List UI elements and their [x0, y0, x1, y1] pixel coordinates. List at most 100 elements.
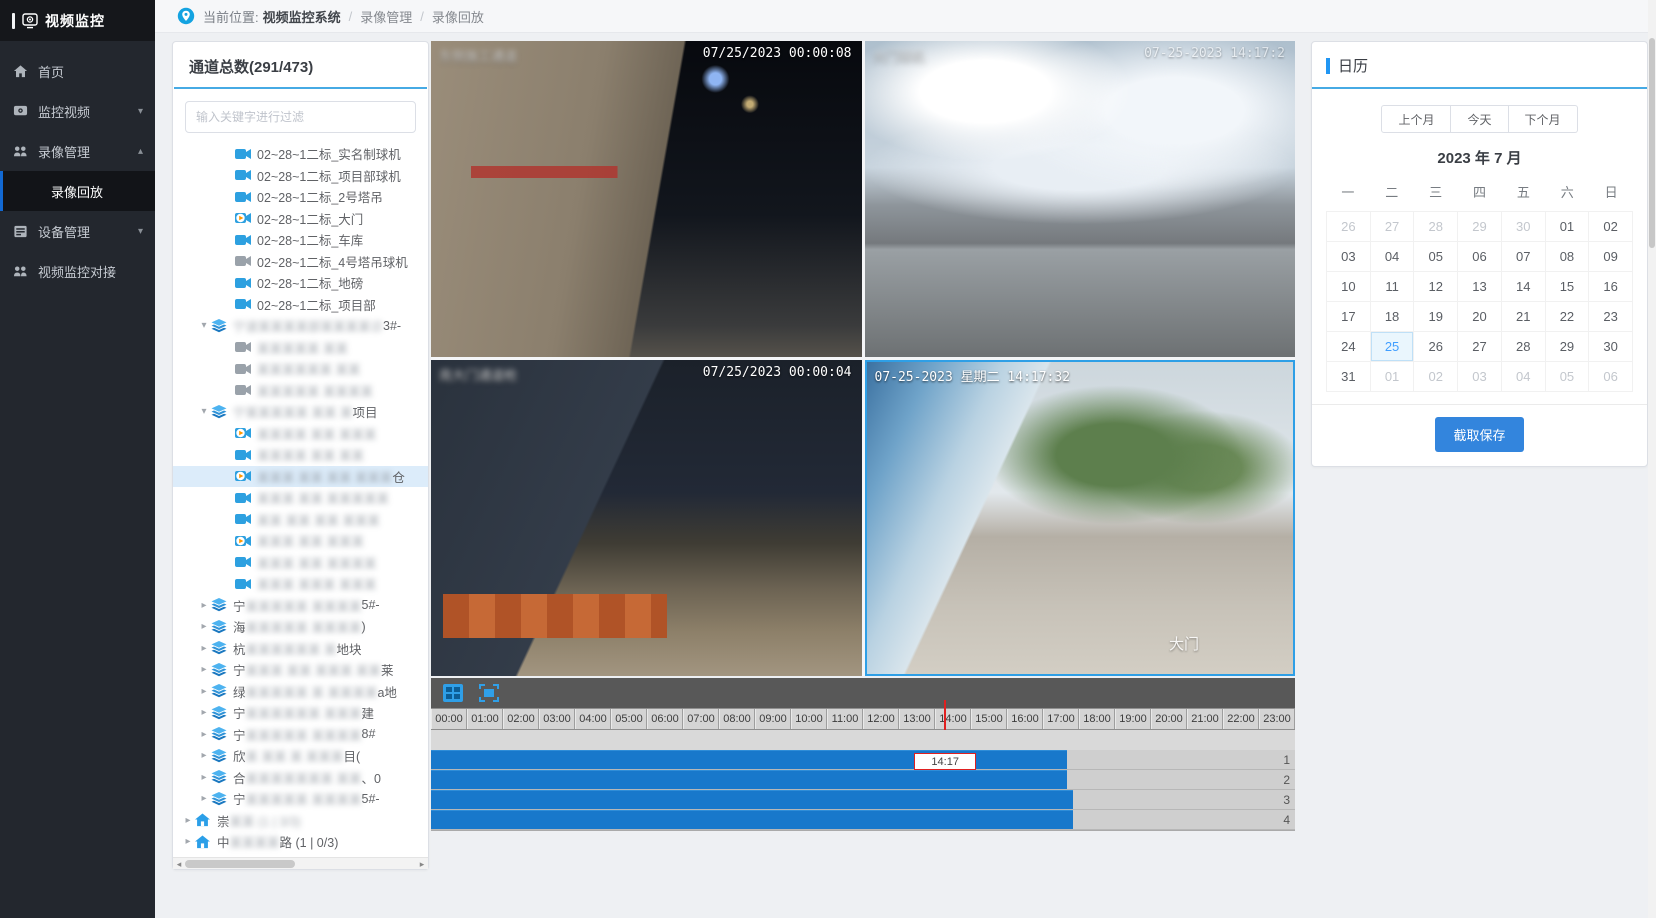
grid-layout-icon[interactable] — [443, 683, 465, 703]
day-cell[interactable]: 07 — [1502, 242, 1546, 272]
tree-item-group[interactable]: ▸欣某 某某 某 某某某目( — [173, 745, 428, 767]
tree-item-camera[interactable]: 02~28~1二标_2号塔吊 — [173, 186, 428, 208]
tree-item-camera[interactable]: 某某某某某某 某某 — [173, 358, 428, 380]
day-cell[interactable]: 11 — [1371, 272, 1415, 302]
caret-closed-icon[interactable]: ▸ — [197, 686, 211, 697]
day-cell[interactable]: 01 — [1371, 362, 1415, 392]
hour-tick[interactable]: 15:00 — [971, 709, 1007, 729]
video-cell-1[interactable]: 东侧施工通道07/25/2023 00:00:08 — [431, 41, 862, 357]
day-cell[interactable]: 05 — [1414, 242, 1458, 272]
sidebar-item-live-video[interactable]: 监控视频 ▾ — [0, 91, 155, 131]
caret-closed-icon[interactable]: ▸ — [197, 643, 211, 654]
hour-tick[interactable]: 13:00 — [899, 709, 935, 729]
caret-closed-icon[interactable]: ▸ — [197, 793, 211, 804]
day-cell[interactable]: 03 — [1458, 362, 1502, 392]
day-cell[interactable]: 12 — [1414, 272, 1458, 302]
caret-closed-icon[interactable]: ▸ — [197, 621, 211, 632]
tree-item-camera[interactable]: 某某某 某某 某某某某某 — [173, 487, 428, 509]
tree-item-camera[interactable]: 某某某某某 某某 — [173, 337, 428, 359]
tree-item-group[interactable]: ▸合某某某某某某某 某某、0 — [173, 767, 428, 789]
hour-tick[interactable]: 03:00 — [539, 709, 575, 729]
day-cell[interactable]: 22 — [1546, 302, 1590, 332]
day-cell[interactable]: 06 — [1458, 242, 1502, 272]
day-cell[interactable]: 13 — [1458, 272, 1502, 302]
fullscreen-icon[interactable] — [479, 683, 501, 703]
tree-item-camera[interactable]: 某某某某 某某 某某 — [173, 444, 428, 466]
hour-tick[interactable]: 12:00 — [863, 709, 899, 729]
tree-item-camera[interactable]: 02~28~1二标_4号塔吊球机 — [173, 251, 428, 273]
tree-item-camera[interactable]: 02~28~1二标_实名制球机 — [173, 143, 428, 165]
tree-item-camera[interactable]: 某某某某某 某某某某 — [173, 380, 428, 402]
day-cell[interactable]: 23 — [1589, 302, 1633, 332]
hour-tick[interactable]: 16:00 — [1007, 709, 1043, 729]
hour-tick[interactable]: 11:00 — [827, 709, 863, 729]
next-month-button[interactable]: 下个月 — [1509, 105, 1578, 133]
hour-tick[interactable]: 17:00 — [1043, 709, 1079, 729]
day-cell[interactable]: 26 — [1327, 212, 1371, 242]
tree-item-group[interactable]: ▸宁某某某 某某 某某某 某某莱 — [173, 659, 428, 681]
sidebar-item-playback-active[interactable]: 录像回放 — [0, 171, 155, 211]
capture-save-button[interactable]: 截取保存 — [1435, 417, 1523, 452]
caret-closed-icon[interactable]: ▸ — [197, 664, 211, 675]
day-cell[interactable]: 28 — [1414, 212, 1458, 242]
day-cell[interactable]: 30 — [1589, 332, 1633, 362]
channel-filter-input[interactable] — [185, 101, 416, 133]
tree-item-camera[interactable]: 某某某 某某 某某 某某某仓 — [173, 466, 428, 488]
page-vertical-scrollbar[interactable] — [1648, 0, 1656, 918]
day-cell[interactable]: 28 — [1502, 332, 1546, 362]
day-cell-selected[interactable]: 25 — [1371, 332, 1415, 362]
tree-item-group[interactable]: ▸杭某某某某某某 某地块 — [173, 638, 428, 660]
day-cell[interactable]: 27 — [1371, 212, 1415, 242]
day-cell[interactable]: 05 — [1546, 362, 1590, 392]
sidebar-item-home[interactable]: 首页 — [0, 51, 155, 91]
caret-closed-icon[interactable]: ▸ — [197, 772, 211, 783]
tree-item-site[interactable]: ▸中某某某某路 (1 | 0/3) — [173, 831, 428, 853]
hour-tick[interactable]: 04:00 — [575, 709, 611, 729]
caret-closed-icon[interactable]: ▸ — [197, 750, 211, 761]
hour-tick[interactable]: 08:00 — [719, 709, 755, 729]
tree-item-group[interactable]: ▾宁波某某某某部某某某某诊3#- — [173, 315, 428, 337]
hour-tick[interactable]: 18:00 — [1079, 709, 1115, 729]
tree-item-group[interactable]: ▸宁某某某某某某 某某某建 — [173, 702, 428, 724]
timeline-ruler[interactable]: 00:0001:0002:0003:0004:0005:0006:0007:00… — [431, 708, 1295, 730]
hour-tick[interactable]: 06:00 — [647, 709, 683, 729]
tree-item-camera[interactable]: 某某某 某某 某某某 — [173, 530, 428, 552]
day-cell[interactable]: 29 — [1546, 332, 1590, 362]
caret-open-icon[interactable]: ▾ — [197, 406, 211, 417]
day-cell[interactable]: 10 — [1327, 272, 1371, 302]
day-cell[interactable]: 15 — [1546, 272, 1590, 302]
video-cell-4-selected[interactable]: 07-25-2023 星期二 14:17:32大门 — [865, 360, 1296, 676]
hour-tick[interactable]: 01:00 — [467, 709, 503, 729]
hour-tick[interactable]: 19:00 — [1115, 709, 1151, 729]
recording-track-row[interactable]: 1 — [431, 750, 1295, 770]
hour-tick[interactable]: 22:00 — [1223, 709, 1259, 729]
day-cell[interactable]: 26 — [1414, 332, 1458, 362]
day-cell[interactable]: 02 — [1589, 212, 1633, 242]
day-cell[interactable]: 29 — [1458, 212, 1502, 242]
video-cell-2[interactable]: 大门球机07-25-2023 14:17:2 — [865, 41, 1296, 357]
hour-tick[interactable]: 21:00 — [1187, 709, 1223, 729]
day-cell[interactable]: 20 — [1458, 302, 1502, 332]
caret-closed-icon[interactable]: ▸ — [197, 707, 211, 718]
tree-item-camera[interactable]: 某某 某某 某某 某某某 — [173, 509, 428, 531]
hour-tick[interactable]: 00:00 — [431, 709, 467, 729]
hour-tick[interactable]: 07:00 — [683, 709, 719, 729]
tree-item-camera[interactable]: 02~28~1二标_项目部 — [173, 294, 428, 316]
day-cell[interactable]: 16 — [1589, 272, 1633, 302]
today-button[interactable]: 今天 — [1451, 105, 1508, 133]
day-cell[interactable]: 21 — [1502, 302, 1546, 332]
day-cell[interactable]: 14 — [1502, 272, 1546, 302]
hour-tick[interactable]: 05:00 — [611, 709, 647, 729]
recording-bar[interactable] — [431, 770, 1067, 789]
tree-horizontal-scrollbar[interactable]: ◂ ▸ — [173, 857, 428, 869]
day-cell[interactable]: 03 — [1327, 242, 1371, 272]
hour-tick[interactable]: 23:00 — [1259, 709, 1295, 729]
prev-month-button[interactable]: 上个月 — [1381, 105, 1451, 133]
day-cell[interactable]: 27 — [1458, 332, 1502, 362]
day-cell[interactable]: 24 — [1327, 332, 1371, 362]
tree-item-group[interactable]: ▸海某某某某某 某某某某) — [173, 616, 428, 638]
sidebar-item-device-mgmt[interactable]: 设备管理 ▾ — [0, 211, 155, 251]
tree-item-group[interactable]: ▾宁某某某某某 某某 某项目 — [173, 401, 428, 423]
scrollbar-thumb[interactable] — [185, 860, 295, 868]
caret-closed-icon[interactable]: ▸ — [197, 729, 211, 740]
